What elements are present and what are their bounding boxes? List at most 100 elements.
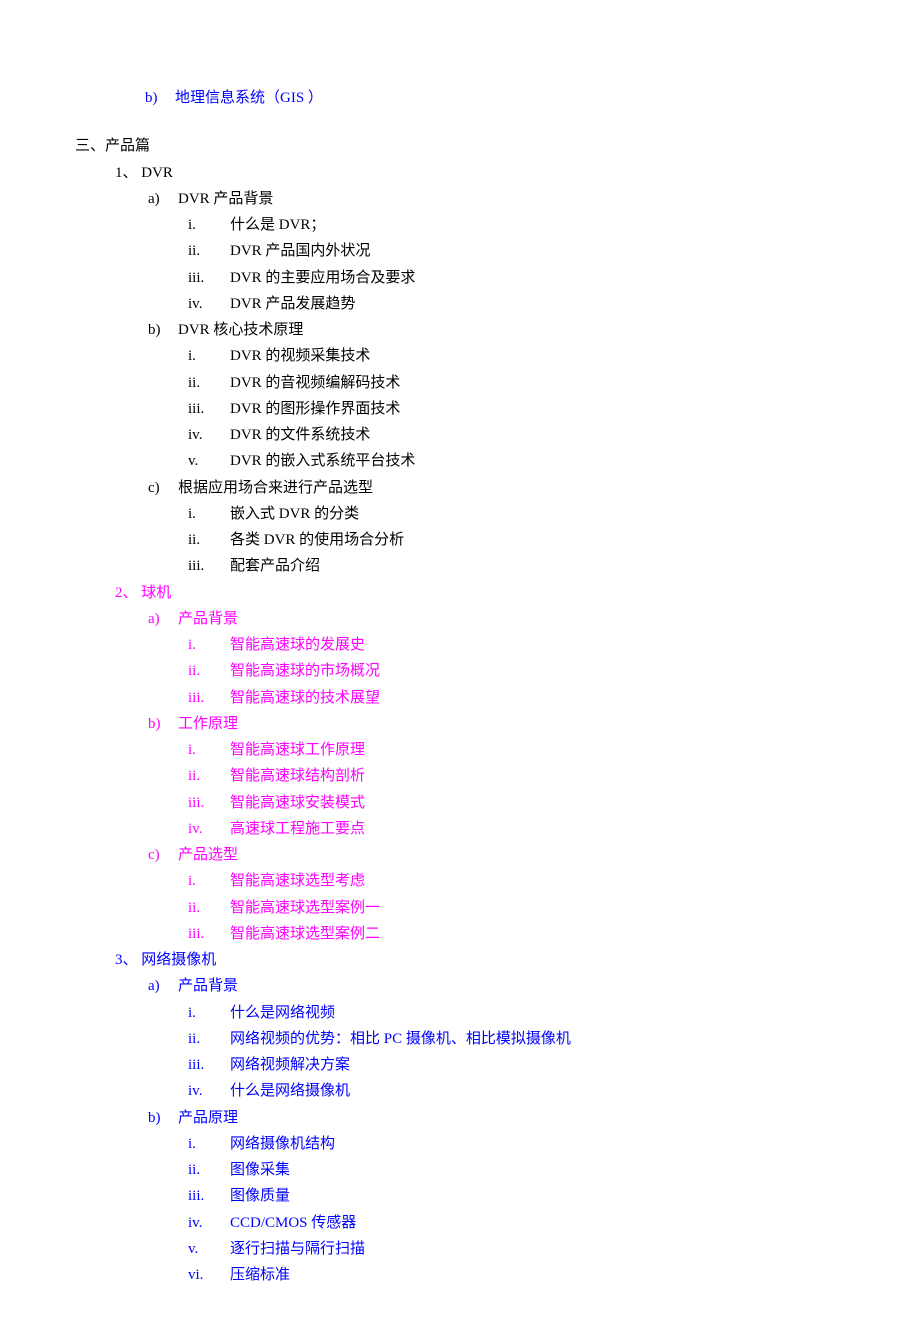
outline-text: 网络摄像机结构 [230, 1136, 335, 1152]
outline-subsection: a) 产品背景 [148, 606, 845, 632]
outline-text: 图像质量 [230, 1188, 290, 1204]
marker: i. [188, 212, 230, 238]
outline-text: 智能高速球选型考虑 [230, 873, 365, 889]
outline-item: iv. DVR 产品发展趋势 [188, 291, 845, 317]
outline-item: iv. 什么是网络摄像机 [188, 1078, 845, 1104]
marker: ii. [188, 763, 230, 789]
outline-text: 逐行扫描与隔行扫描 [230, 1241, 365, 1257]
outline-item: i. 什么是 DVR； [188, 212, 845, 238]
outline-item: iii. 智能高速球选型案例二 [188, 921, 845, 947]
marker: ii. [188, 370, 230, 396]
outline-item: iii. 图像质量 [188, 1183, 845, 1209]
outline-text: 智能高速球工作原理 [230, 742, 365, 758]
outline-item: ii. 智能高速球选型案例一 [188, 895, 845, 921]
outline-item: iii. 智能高速球的技术展望 [188, 685, 845, 711]
outline-section: 1、 DVR [115, 160, 845, 186]
outline-text: DVR 的嵌入式系统平台技术 [230, 453, 415, 469]
outline-item: b) 地理信息系统（GIS ） [145, 85, 845, 111]
marker: iii. [188, 553, 230, 579]
outline-text: DVR [138, 165, 173, 181]
outline-text: 工作原理 [178, 716, 238, 732]
outline-item: ii. 图像采集 [188, 1157, 845, 1183]
outline-subsection: b) 工作原理 [148, 711, 845, 737]
marker: b) [148, 711, 178, 737]
outline-text: 产品选型 [178, 847, 238, 863]
marker: c) [148, 842, 178, 868]
outline-text: CCD/CMOS 传感器 [230, 1215, 356, 1231]
outline-item: ii. DVR 的音视频编解码技术 [188, 370, 845, 396]
outline-item: iii. DVR 的主要应用场合及要求 [188, 265, 845, 291]
marker: ii. [188, 658, 230, 684]
outline-subsection: a) DVR 产品背景 [148, 186, 845, 212]
outline-text: 根据应用场合来进行产品选型 [178, 480, 373, 496]
outline-text: DVR 的音视频编解码技术 [230, 375, 400, 391]
outline-text: DVR 的图形操作界面技术 [230, 401, 400, 417]
outline-item: i. 什么是网络视频 [188, 1000, 845, 1026]
outline-text: 网络摄像机 [138, 952, 217, 968]
outline-text: 高速球工程施工要点 [230, 821, 365, 837]
marker: iv. [188, 422, 230, 448]
outline-text: 什么是网络视频 [230, 1005, 335, 1021]
outline-text: DVR 的视频采集技术 [230, 348, 370, 364]
outline-item: iii. 网络视频解决方案 [188, 1052, 845, 1078]
marker: 3、 [115, 947, 138, 973]
outline-item: i. 智能高速球的发展史 [188, 632, 845, 658]
marker: i. [188, 1000, 230, 1026]
outline-text: DVR 核心技术原理 [178, 322, 303, 338]
marker: ii. [188, 238, 230, 264]
marker: a) [148, 973, 178, 999]
outline-text: 智能高速球选型案例二 [230, 926, 380, 942]
outline-item: ii. 智能高速球的市场概况 [188, 658, 845, 684]
marker: ii. [188, 895, 230, 921]
outline-text: 产品背景 [178, 978, 238, 994]
outline-text: 智能高速球选型案例一 [230, 900, 380, 916]
outline-text: 智能高速球的发展史 [230, 637, 365, 653]
outline-text: DVR 的文件系统技术 [230, 427, 370, 443]
outline-section: 2、 球机 [115, 580, 845, 606]
marker: vi. [188, 1262, 230, 1288]
outline-text: 什么是 DVR； [230, 217, 325, 233]
marker: a) [148, 606, 178, 632]
marker: v. [188, 1236, 230, 1262]
outline-item: ii. DVR 产品国内外状况 [188, 238, 845, 264]
outline-text: 智能高速球的技术展望 [230, 690, 380, 706]
marker: c) [148, 475, 178, 501]
marker: iv. [188, 1210, 230, 1236]
marker: iii. [188, 396, 230, 422]
marker: iv. [188, 1078, 230, 1104]
outline-item: iv. 高速球工程施工要点 [188, 816, 845, 842]
marker: iv. [188, 291, 230, 317]
outline-text: 什么是网络摄像机 [230, 1083, 350, 1099]
marker: i. [188, 632, 230, 658]
outline-text: DVR 产品背景 [178, 191, 273, 207]
outline-text: 网络视频解决方案 [230, 1057, 350, 1073]
marker: iii. [188, 921, 230, 947]
outline-text: 地理信息系统（GIS ） [175, 90, 323, 106]
outline-item: i. DVR 的视频采集技术 [188, 343, 845, 369]
marker: a) [148, 186, 178, 212]
document-outline-page: b) 地理信息系统（GIS ）三、产品篇1、 DVRa) DVR 产品背景i. … [75, 85, 845, 1288]
marker: b) [148, 1105, 178, 1131]
outline-text: 智能高速球安装模式 [230, 795, 365, 811]
marker: i. [188, 737, 230, 763]
outline-section: 3、 网络摄像机 [115, 947, 845, 973]
outline-text: 网络视频的优势：相比 PC 摄像机、相比模拟摄像机 [230, 1031, 571, 1047]
outline-item: i. 嵌入式 DVR 的分类 [188, 501, 845, 527]
marker: iii. [188, 685, 230, 711]
outline-text: 智能高速球结构剖析 [230, 768, 365, 784]
marker: ii. [188, 1157, 230, 1183]
outline-item: vi. 压缩标准 [188, 1262, 845, 1288]
outline-text: 嵌入式 DVR 的分类 [230, 506, 359, 522]
marker: i. [188, 868, 230, 894]
marker: 2、 [115, 580, 138, 606]
outline-item: iv. DVR 的文件系统技术 [188, 422, 845, 448]
outline-subsection: a) 产品背景 [148, 973, 845, 999]
outline-item: ii. 智能高速球结构剖析 [188, 763, 845, 789]
outline-text: DVR 产品发展趋势 [230, 296, 355, 312]
outline-item: ii. 网络视频的优势：相比 PC 摄像机、相比模拟摄像机 [188, 1026, 845, 1052]
marker: ii. [188, 527, 230, 553]
outline-text: 产品原理 [178, 1110, 238, 1126]
marker: iii. [188, 790, 230, 816]
outline-item: iv. CCD/CMOS 传感器 [188, 1210, 845, 1236]
marker: b) [148, 317, 178, 343]
